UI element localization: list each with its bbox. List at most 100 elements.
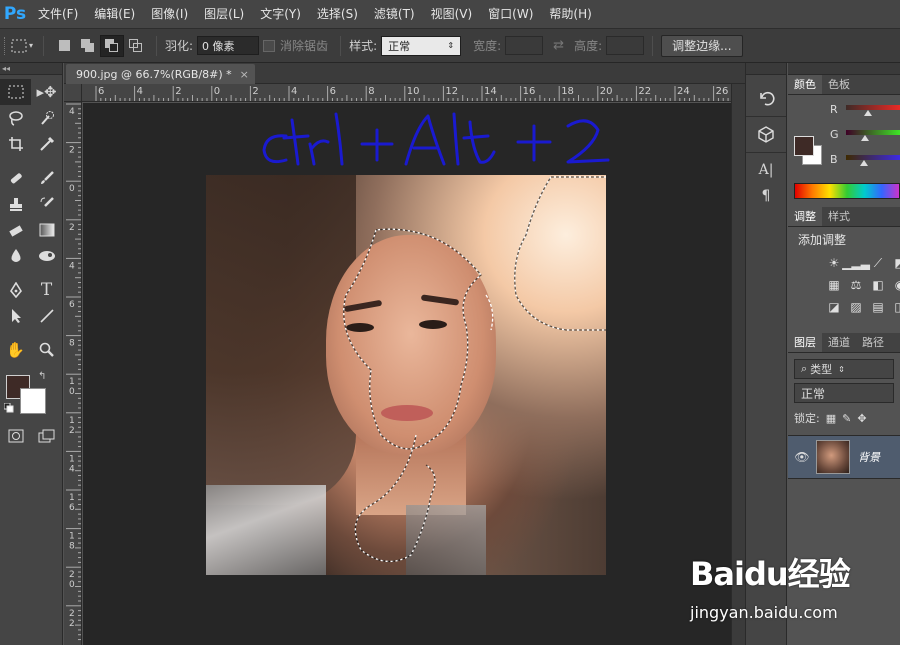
selective-color-icon[interactable]: ◫ [892, 300, 900, 314]
blur-tool-icon[interactable] [0, 243, 31, 269]
vertical-ruler[interactable]: 420246810121416182022 [64, 102, 82, 645]
r-slider[interactable] [846, 105, 900, 110]
tab-swatches[interactable]: 色板 [822, 75, 856, 94]
quick-select-tool-icon[interactable] [31, 105, 62, 131]
lock-pixels-icon[interactable]: ✎ [842, 412, 851, 425]
exposure-icon[interactable]: ◩ [892, 256, 900, 270]
line-tool-icon[interactable] [31, 303, 62, 329]
paragraph-icon[interactable]: ¶ [746, 183, 786, 209]
invert-icon[interactable]: ◪ [826, 300, 842, 314]
intersect-selection-icon[interactable] [124, 35, 148, 57]
crop-tool-icon[interactable] [0, 131, 31, 157]
pen-tool-icon[interactable] [0, 277, 31, 303]
tab-channels[interactable]: 通道 [822, 333, 856, 352]
g-slider-thumb[interactable] [861, 135, 869, 141]
eye-icon[interactable]: 👁 [788, 450, 816, 464]
curves-icon[interactable]: ⟋ [870, 256, 886, 270]
menu-help[interactable]: 帮助(H) [541, 0, 599, 29]
history-brush-tool-icon[interactable] [31, 191, 62, 217]
tab-styles[interactable]: 样式 [822, 207, 856, 226]
swap-dimensions-icon[interactable]: ⇄ [553, 38, 564, 53]
collapse-toolbar-icon[interactable]: ◂◂ [0, 63, 62, 75]
dodge-tool-icon[interactable] [31, 243, 62, 269]
r-slider-thumb[interactable] [864, 110, 872, 116]
move-tool-icon[interactable]: ▸✥ [31, 79, 62, 105]
search-icon: ⌕ [801, 362, 808, 375]
photo-filter-icon[interactable]: ◉ [892, 278, 900, 292]
horizontal-ruler[interactable]: 6 4 2 0 2 4 6 8 10 12 14 16 18 20 22 24 26 [82, 84, 745, 102]
clone-stamp-tool-icon[interactable] [0, 191, 31, 217]
style-select[interactable]: 正常 ⇕ [381, 35, 462, 56]
menu-type[interactable]: 文字(Y) [252, 0, 309, 29]
path-selection-tool-icon[interactable] [0, 303, 31, 329]
color-spectrum-bar[interactable] [794, 183, 900, 199]
swap-colors-icon[interactable]: ↰ [38, 371, 46, 382]
panel-grip[interactable] [788, 63, 900, 75]
b-slider[interactable] [846, 155, 900, 160]
width-input[interactable] [505, 36, 544, 55]
brightness-icon[interactable]: ☀ [826, 256, 842, 270]
screen-mode-icon[interactable] [31, 423, 62, 449]
rect-marquee-tool-icon[interactable] [0, 79, 31, 105]
gradient-map-icon[interactable]: ▤ [870, 300, 886, 314]
subtract-selection-icon[interactable] [100, 34, 124, 57]
new-selection-icon[interactable] [52, 35, 76, 57]
menu-view[interactable]: 视图(V) [423, 0, 481, 29]
canvas-area[interactable] [83, 103, 731, 645]
menu-file[interactable]: 文件(F) [30, 0, 86, 29]
menu-image[interactable]: 图像(I) [143, 0, 196, 29]
menu-layer[interactable]: 图层(L) [196, 0, 252, 29]
posterize-icon[interactable]: ▨ [848, 300, 864, 314]
ruler-corner[interactable] [64, 84, 82, 102]
g-slider[interactable] [846, 130, 900, 135]
close-icon[interactable]: × [240, 68, 249, 81]
color-balance-icon[interactable]: ⚖ [848, 278, 864, 292]
blend-mode-select[interactable]: 正常 [794, 383, 894, 403]
default-colors-icon[interactable] [3, 402, 14, 413]
eyedropper-tool-icon[interactable] [31, 131, 62, 157]
menu-select[interactable]: 选择(S) [309, 0, 366, 29]
blend-mode-value: 正常 [801, 386, 826, 401]
add-selection-icon[interactable] [76, 35, 100, 57]
panel-foreground-swatch[interactable] [794, 136, 814, 156]
refine-edge-button[interactable]: 调整边缘... [661, 34, 743, 57]
marquee-preset-icon[interactable]: ▾ [9, 35, 35, 57]
lasso-tool-icon[interactable] [0, 105, 31, 131]
ruler-label: 2 [69, 570, 75, 580]
b-slider-thumb[interactable] [860, 160, 868, 166]
menu-window[interactable]: 窗口(W) [480, 0, 541, 29]
ruler-label: 1 [69, 454, 75, 464]
tab-color[interactable]: 颜色 [788, 75, 822, 94]
menu-filter[interactable]: 滤镜(T) [366, 0, 423, 29]
layer-row[interactable]: 👁 背景 [788, 435, 900, 479]
chevron-down-icon: ⇕ [838, 364, 845, 374]
type-tool-icon[interactable]: T [31, 277, 62, 303]
lock-transparent-icon[interactable]: ▦ [826, 412, 836, 425]
tab-adjustments[interactable]: 调整 [788, 207, 822, 226]
lock-position-icon[interactable]: ✥ [857, 412, 866, 425]
height-input[interactable] [606, 36, 645, 55]
document-tab[interactable]: 900.jpg @ 66.7%(RGB/8#) * × [66, 64, 255, 84]
history-icon[interactable] [746, 85, 786, 111]
zoom-tool-icon[interactable] [31, 337, 62, 363]
gradient-tool-icon[interactable] [31, 217, 62, 243]
tab-paths[interactable]: 路径 [856, 333, 890, 352]
healing-brush-tool-icon[interactable] [0, 165, 31, 191]
portrait-photo[interactable] [206, 175, 606, 575]
layer-filter-select[interactable]: ⌕ 类型 ⇕ [794, 359, 894, 379]
3d-icon[interactable] [746, 121, 786, 147]
tab-layers[interactable]: 图层 [788, 333, 822, 352]
feather-input[interactable]: 0 像素 [197, 36, 260, 55]
quick-mask-icon[interactable] [0, 423, 31, 449]
strip-grip[interactable] [746, 63, 786, 75]
background-color-swatch[interactable] [20, 388, 46, 414]
levels-icon[interactable]: ▁▂▃ [842, 256, 870, 270]
hand-tool-icon[interactable]: ✋ [0, 337, 31, 363]
brush-tool-icon[interactable] [31, 165, 62, 191]
character-icon[interactable]: A| [746, 157, 786, 183]
eraser-tool-icon[interactable] [0, 217, 31, 243]
channel-mixer-icon[interactable]: ▦ [826, 278, 842, 292]
menu-edit[interactable]: 编辑(E) [86, 0, 143, 29]
antialias-checkbox[interactable] [263, 39, 276, 52]
black-white-icon[interactable]: ◧ [870, 278, 886, 292]
